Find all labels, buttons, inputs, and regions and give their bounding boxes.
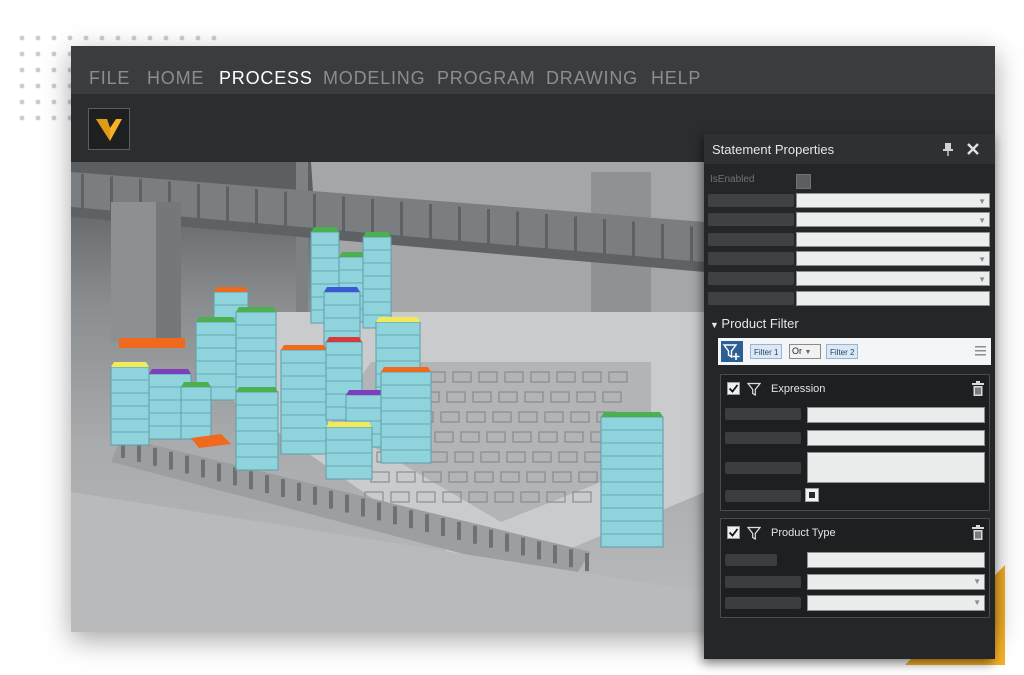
property-label	[708, 233, 794, 246]
close-icon[interactable]	[966, 142, 980, 156]
pin-icon[interactable]	[942, 142, 954, 156]
chevron-down-icon: ▼	[973, 577, 981, 586]
menu-home[interactable]: HOME	[147, 68, 204, 89]
filter-chip-2[interactable]: Filter 2	[826, 344, 859, 359]
expression-filter-card: Expression	[720, 374, 990, 511]
checkmark-icon	[728, 384, 739, 393]
property-label	[708, 213, 794, 226]
chevron-down-icon: ▼	[978, 275, 986, 284]
filter-chip-1[interactable]: Filter 1	[750, 344, 783, 359]
expression-label	[725, 408, 801, 420]
product-type-label	[725, 576, 801, 588]
filter-icon	[747, 382, 761, 396]
is-enabled-row: IsEnabled	[704, 174, 995, 189]
filter-bar: Filter 1 Or ▼ Filter 2	[718, 338, 991, 365]
expression-checkbox[interactable]	[727, 382, 740, 395]
operator-value: Or	[792, 346, 802, 356]
chevron-down-icon: ▼	[973, 598, 981, 607]
product-type-label	[725, 554, 777, 566]
property-dropdown[interactable]: ▼	[796, 251, 990, 266]
add-filter-icon	[722, 344, 740, 360]
product-type-label	[725, 597, 801, 609]
property-label	[708, 292, 794, 305]
expression-label	[725, 432, 801, 444]
trash-icon[interactable]	[972, 381, 984, 396]
product-type-dropdown[interactable]: ▼	[807, 574, 985, 590]
menu-icon[interactable]	[975, 346, 986, 356]
is-enabled-label: IsEnabled	[710, 174, 755, 185]
product-type-checkbox[interactable]	[727, 526, 740, 539]
3d-scene	[71, 162, 705, 632]
property-field[interactable]	[796, 291, 990, 306]
filter-icon	[747, 526, 761, 540]
product-filter-title: Product Filter	[721, 316, 799, 331]
panel-header: Statement Properties	[704, 134, 995, 164]
property-label	[708, 272, 794, 285]
menu-drawing[interactable]: DRAWING	[546, 68, 638, 89]
property-field[interactable]	[796, 232, 990, 247]
expression-label	[725, 490, 801, 502]
product-type-title: Product Type	[771, 527, 836, 539]
menu-help[interactable]: HELP	[651, 68, 701, 89]
chevron-down-icon: ▼	[978, 216, 986, 225]
chevron-down-icon: ▼	[978, 255, 986, 264]
menu-modeling[interactable]: MODELING	[323, 68, 425, 89]
panel-title: Statement Properties	[712, 142, 835, 157]
property-dropdown[interactable]: ▼	[796, 193, 990, 208]
property-dropdown[interactable]: ▼	[796, 212, 990, 227]
product-type-filter-card: Product Type ▼ ▼	[720, 518, 990, 618]
expression-option-checkbox[interactable]	[805, 488, 819, 502]
is-enabled-checkbox	[796, 174, 811, 189]
chevron-down-icon: ▼	[804, 349, 812, 356]
expression-label	[725, 462, 801, 474]
trash-icon[interactable]	[972, 525, 984, 540]
add-filter-button[interactable]	[721, 341, 743, 362]
expression-field[interactable]	[807, 407, 985, 423]
product-type-field[interactable]	[807, 552, 985, 568]
menu-program[interactable]: PROGRAM	[437, 68, 536, 89]
statement-properties-panel: Statement Properties IsEnabled ▼ ▼ ▼ ▼ ▼…	[704, 134, 995, 659]
property-label	[708, 194, 794, 207]
property-dropdown[interactable]: ▼	[796, 271, 990, 286]
product-filter-section[interactable]: ▼ Product Filter	[710, 316, 799, 331]
checkmark-icon	[728, 528, 739, 537]
operator-select[interactable]: Or ▼	[789, 344, 821, 359]
menu-bar: FILE HOME PROCESS MODELING PROGRAM DRAWI…	[71, 46, 995, 94]
menu-file[interactable]: FILE	[89, 68, 130, 89]
property-label	[708, 252, 794, 265]
product-type-dropdown[interactable]: ▼	[807, 595, 985, 611]
expression-textarea[interactable]	[807, 452, 985, 483]
chevron-down-icon: ▼	[978, 197, 986, 206]
menu-process[interactable]: PROCESS	[219, 68, 313, 89]
collapse-triangle-icon: ▼	[710, 320, 722, 330]
visual-components-logo-icon[interactable]	[88, 108, 130, 150]
3d-viewport[interactable]	[71, 162, 705, 632]
expression-title: Expression	[771, 383, 826, 395]
expression-field[interactable]	[807, 430, 985, 446]
